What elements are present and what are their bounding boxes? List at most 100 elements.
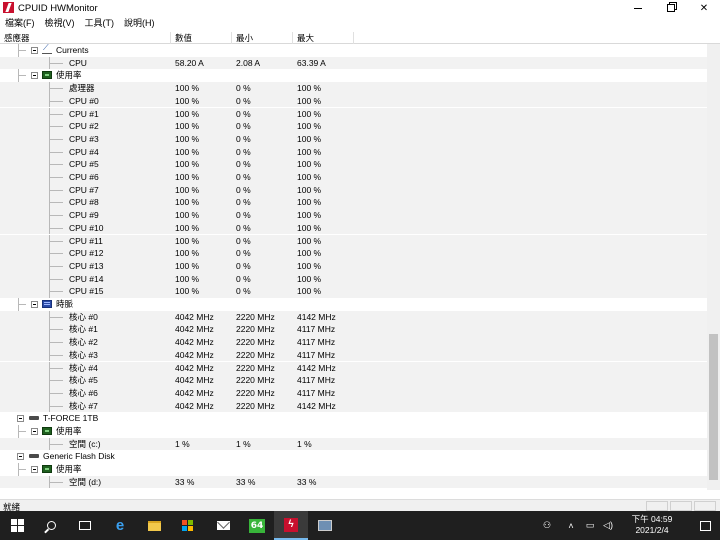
sensor-row[interactable]: CPU #7 100 % 0 % 100 % — [0, 183, 707, 197]
tree-connector — [49, 342, 63, 344]
sensor-max: 100 % — [297, 146, 322, 157]
column-max[interactable]: 最大 — [293, 32, 354, 44]
sensor-tree[interactable]: CurrentsCPU58.20 A2.08 A63.39 A使用率處理器100… — [0, 44, 707, 490]
chevron-up-icon[interactable]: ˄ — [564, 511, 578, 540]
sensor-row[interactable]: CPU #8 100 % 0 % 100 % — [0, 196, 707, 210]
disk-icon — [29, 454, 39, 459]
sensor-row[interactable]: 空間 (c:) 1 % 1 % 1 % — [0, 437, 707, 451]
sensor-row[interactable]: CPU #1 100 % 0 % 100 % — [0, 107, 707, 121]
close-button[interactable]: ✕ — [688, 0, 720, 16]
tree-label: 核心 #5 — [69, 375, 98, 386]
sensor-value: 4042 MHz — [175, 387, 214, 398]
tree-connector — [49, 227, 63, 229]
clock[interactable]: 下午 04:59 2021/2/4 — [622, 514, 682, 536]
vertical-scrollbar[interactable] — [707, 44, 720, 490]
device-row[interactable]: T-FORCE 1TB — [0, 412, 707, 425]
people-icon[interactable]: ⚇ — [538, 511, 556, 540]
sensor-min: 2220 MHz — [236, 362, 275, 373]
sensor-row[interactable]: 核心 #5 4042 MHz 2220 MHz 4117 MHz — [0, 374, 707, 387]
network-icon[interactable]: ▭ — [582, 511, 598, 540]
tree-label: Currents — [56, 45, 89, 55]
status-pane — [646, 501, 668, 511]
tree-label: CPU #7 — [69, 184, 99, 195]
sensor-row[interactable]: 核心 #4 4042 MHz 2220 MHz 4142 MHz — [0, 361, 707, 375]
search-icon — [46, 521, 56, 530]
maximize-button[interactable] — [655, 0, 687, 16]
sensor-row[interactable]: 處理器 100 % 0 % 100 % — [0, 82, 707, 95]
edge-button[interactable]: e — [103, 511, 137, 540]
notification-button[interactable] — [690, 511, 720, 540]
device-row[interactable]: Generic Flash Disk — [0, 450, 707, 463]
file-explorer-button[interactable] — [137, 511, 171, 540]
sensor-row[interactable]: CPU #14 100 % 0 % 100 % — [0, 272, 707, 286]
hwmonitor-app-icon[interactable] — [3, 2, 14, 13]
sensor-max: 33 % — [297, 476, 317, 487]
start-button[interactable] — [0, 511, 34, 540]
sensor-row[interactable]: 核心 #2 4042 MHz 2220 MHz 4117 MHz — [0, 336, 707, 349]
sensor-row[interactable]: CPU #5 100 % 0 % 100 % — [0, 158, 707, 171]
sensor-row[interactable]: CPU #3 100 % 0 % 100 % — [0, 132, 707, 146]
network-app-button[interactable] — [308, 511, 342, 540]
collapse-toggle[interactable] — [31, 47, 38, 54]
sensor-value: 100 % — [175, 133, 200, 144]
sensor-row[interactable]: CPU #0 100 % 0 % 100 % — [0, 94, 707, 108]
scrollbar-thumb[interactable] — [709, 334, 718, 480]
sensor-row[interactable]: 核心 #7 4042 MHz 2220 MHz 4142 MHz — [0, 399, 707, 413]
mail-button[interactable] — [206, 511, 240, 540]
collapse-toggle[interactable] — [31, 466, 38, 474]
sensor-row[interactable]: CPU #9 100 % 0 % 100 % — [0, 209, 707, 222]
sensor-min: 0 % — [236, 108, 251, 119]
sensor-row[interactable]: 核心 #6 4042 MHz 2220 MHz 4117 MHz — [0, 386, 707, 400]
sensor-min: 2220 MHz — [236, 337, 275, 348]
collapse-toggle[interactable] — [17, 453, 24, 461]
sensor-row[interactable]: 核心 #1 4042 MHz 2220 MHz 4117 MHz — [0, 323, 707, 337]
group-row[interactable]: Currents — [0, 44, 707, 57]
sensor-value: 100 % — [175, 95, 200, 106]
aida64-button[interactable]: 64 — [240, 511, 274, 540]
hwmonitor-window: CPUID HWMonitor ✕ 檔案(F) 檢視(V) 工具(T) 說明(H… — [0, 0, 720, 512]
group-row[interactable]: 使用率 — [0, 69, 707, 83]
sensor-row[interactable]: CPU #2 100 % 0 % 100 % — [0, 120, 707, 133]
sensor-min: 0 % — [236, 121, 251, 132]
column-value[interactable]: 數值 — [171, 32, 232, 44]
menu-file[interactable]: 檔案(F) — [0, 16, 40, 30]
sensor-row[interactable]: CPU 58.20 A 2.08 A 63.39 A — [0, 56, 707, 70]
menu-view[interactable]: 檢視(V) — [40, 16, 80, 30]
group-row[interactable]: 使用率 — [0, 425, 707, 438]
menu-help[interactable]: 說明(H) — [119, 16, 160, 30]
group-row[interactable]: 時脈 — [0, 298, 707, 311]
sensor-value: 100 % — [175, 83, 200, 94]
clock-icon — [42, 300, 52, 308]
tree-connector — [49, 151, 63, 153]
sensor-row[interactable]: 核心 #3 4042 MHz 2220 MHz 4117 MHz — [0, 348, 707, 362]
collapse-toggle[interactable] — [31, 301, 38, 308]
task-view-button[interactable] — [68, 511, 102, 540]
sensor-row[interactable]: CPU #12 100 % 0 % 100 % — [0, 247, 707, 260]
sensor-max: 4117 MHz — [297, 324, 336, 335]
volume-icon[interactable]: ◁) — [600, 511, 616, 540]
sensor-row[interactable]: CPU #4 100 % 0 % 100 % — [0, 145, 707, 159]
tree-connector — [18, 50, 26, 51]
group-row[interactable]: 使用率 — [0, 463, 707, 476]
menu-tools[interactable]: 工具(T) — [80, 16, 120, 30]
sensor-max: 100 % — [297, 121, 322, 132]
column-sensor[interactable]: 感應器 — [0, 32, 171, 44]
sensor-row[interactable]: 空間 (d:) 33 % 33 % 33 % — [0, 475, 707, 489]
hwmonitor-taskbar-button[interactable]: ϟ — [274, 511, 308, 540]
title-bar[interactable]: CPUID HWMonitor ✕ — [0, 0, 720, 16]
collapse-toggle[interactable] — [31, 428, 38, 435]
sensor-row[interactable]: CPU #15 100 % 0 % 100 % — [0, 285, 707, 298]
search-button[interactable] — [34, 511, 68, 540]
sensor-row[interactable]: CPU #6 100 % 0 % 100 % — [0, 171, 707, 184]
sensor-row[interactable]: CPU #13 100 % 0 % 100 % — [0, 259, 707, 273]
sensor-row[interactable]: 核心 #0 4042 MHz 2220 MHz 4142 MHz — [0, 310, 707, 324]
tree-label: 核心 #3 — [69, 349, 98, 360]
sensor-row[interactable]: CPU #10 100 % 0 % 100 % — [0, 221, 707, 235]
clock-time: 下午 04:59 — [631, 514, 673, 524]
collapse-toggle[interactable] — [31, 72, 38, 80]
minimize-button[interactable] — [622, 0, 654, 16]
column-min[interactable]: 最小 — [232, 32, 293, 44]
store-button[interactable] — [171, 511, 205, 540]
sensor-row[interactable]: CPU #11 100 % 0 % 100 % — [0, 234, 707, 248]
collapse-toggle[interactable] — [17, 415, 24, 423]
